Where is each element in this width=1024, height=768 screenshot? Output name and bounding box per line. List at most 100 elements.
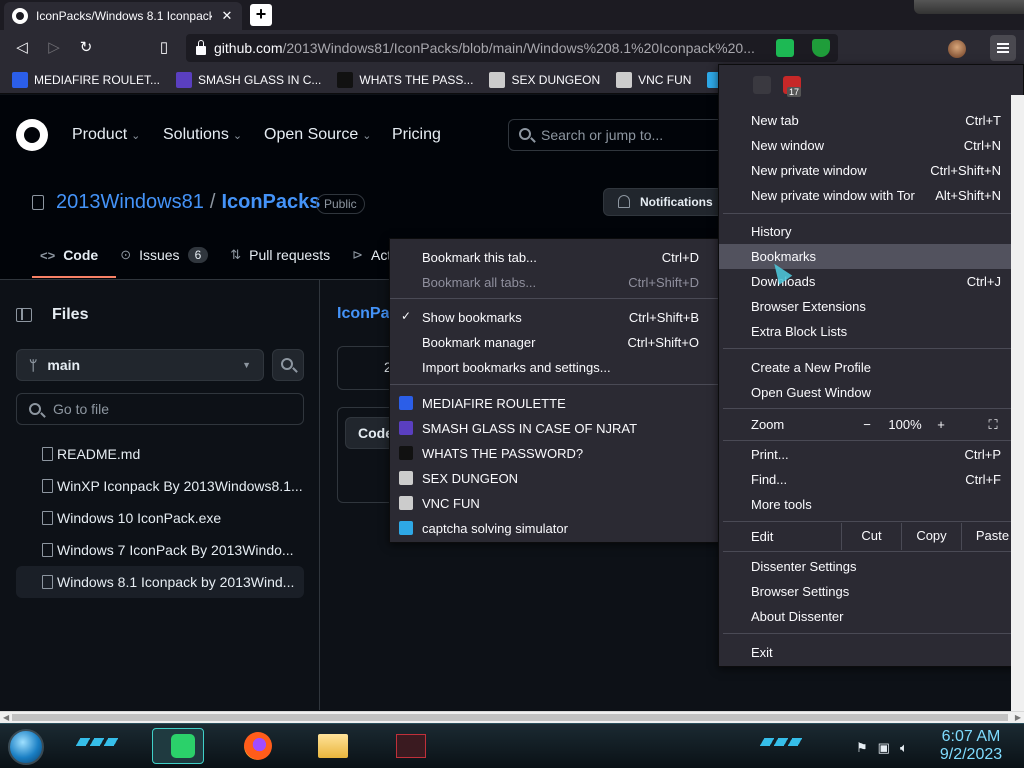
tab-title: IconPacks/Windows 8.1 Iconpack b — [36, 9, 212, 23]
go-to-file-input[interactable]: Go to file — [16, 393, 304, 425]
menu-print[interactable]: Print... Ctrl+P — [719, 442, 1023, 467]
nav-pricing[interactable]: Pricing — [392, 126, 441, 144]
repo-owner-link[interactable]: 2013Windows81 — [56, 191, 204, 213]
bookmark-this-tab-item[interactable]: Bookmark this tab... Ctrl+D — [390, 245, 721, 270]
folder-icon — [318, 734, 348, 758]
bookmark-item[interactable]: SMASH GLASS IN C... — [176, 71, 321, 88]
bookmark-all-tabs-item[interactable]: Bookmark all tabs... Ctrl+Shift+D — [390, 270, 721, 295]
collapse-panel-icon[interactable] — [16, 308, 32, 322]
menu-more-tools[interactable]: More tools — [719, 492, 1023, 517]
new-tab-button[interactable]: + — [250, 4, 272, 26]
bookmark-menu-item[interactable]: MEDIAFIRE ROULETTE — [390, 391, 721, 416]
menu-about[interactable]: About Dissenter — [719, 604, 1023, 629]
bookmark-menu-item[interactable]: VNC FUN — [390, 491, 721, 516]
bookmark-menu-item[interactable]: SMASH GLASS IN CASE OF NJRAT — [390, 416, 721, 441]
address-bar[interactable]: github.com/2013Windows81/IconPacks/blob/… — [186, 34, 838, 62]
file-tree-item[interactable]: WinXP Iconpack By 2013Windows8.1... — [16, 470, 304, 502]
cut-button[interactable]: Cut — [841, 523, 901, 550]
commit-box: 2 — [337, 346, 397, 390]
file-tree-item[interactable]: README.md — [16, 438, 304, 470]
file-name: README.md — [57, 446, 141, 462]
menu-bookmarks[interactable]: Bookmarks — [719, 244, 1023, 269]
bookmark-menu-item[interactable]: captcha solving simulator — [390, 516, 721, 541]
import-bookmarks-item[interactable]: Import bookmarks and settings... — [390, 355, 721, 380]
extension-mini-icon[interactable] — [753, 76, 771, 94]
taskbar-firefox[interactable] — [230, 728, 282, 764]
nav-product[interactable]: Product ⌄ — [72, 126, 140, 144]
bookmark-manager-item[interactable]: Bookmark manager Ctrl+Shift+O — [390, 330, 721, 355]
clock[interactable]: 6:07 AM 9/2/2023 — [936, 728, 1006, 764]
taskbar-spotify[interactable] — [152, 728, 204, 764]
forward-button[interactable]: ▷ — [44, 38, 64, 58]
scroll-right-icon: ▶ — [1014, 713, 1021, 722]
repo-name-link[interactable]: IconPacks — [221, 191, 320, 213]
menu-downloads[interactable]: Downloads Ctrl+J — [719, 269, 1023, 294]
menu-new-private-tor[interactable]: New private window with Tor Alt+Shift+N — [719, 183, 1023, 208]
menu-block-lists[interactable]: Extra Block Lists — [719, 319, 1023, 344]
copy-button[interactable]: Copy — [901, 523, 961, 550]
menu-new-private-window[interactable]: New private window Ctrl+Shift+N — [719, 158, 1023, 183]
file-tree-item[interactable]: Windows 10 IconPack.exe — [16, 502, 304, 534]
bookmark-label: VNC FUN — [638, 72, 692, 87]
taskbar-app[interactable] — [384, 728, 436, 764]
window-controls[interactable] — [914, 0, 1024, 14]
profile-avatar[interactable] — [948, 40, 966, 58]
tab-issues[interactable]: ⊙ Issues 6 — [120, 247, 209, 263]
github-search-input[interactable]: Search or jump to... — [508, 119, 748, 151]
close-tab-icon[interactable]: ✕ — [220, 8, 234, 24]
browser-tab[interactable]: IconPacks/Windows 8.1 Iconpack b ✕ — [4, 2, 242, 30]
tab-code[interactable]: <> Code — [31, 247, 117, 278]
tab-pull-requests[interactable]: ⇅ Pull requests — [230, 247, 330, 263]
menu-extensions[interactable]: Browser Extensions — [719, 294, 1023, 319]
vertical-scrollbar[interactable] — [1011, 95, 1024, 711]
shield-extension-icon[interactable] — [812, 39, 830, 57]
horizontal-scrollbar[interactable]: ◀ ▶ — [0, 711, 1024, 723]
bookmark-star-icon[interactable]: ▯ — [154, 38, 174, 58]
file-search-button[interactable] — [272, 349, 304, 381]
menu-browser-settings[interactable]: Browser Settings — [719, 579, 1023, 604]
bookmark-item[interactable]: WHATS THE PASS... — [337, 71, 474, 88]
network-icon[interactable]: ▣ — [878, 740, 890, 756]
menu-history[interactable]: History — [719, 219, 1023, 244]
menu-new-profile[interactable]: Create a New Profile — [719, 355, 1023, 380]
menu-new-tab[interactable]: New tab Ctrl+T — [719, 108, 1023, 133]
file-tree-item[interactable]: Windows 7 IconPack By 2013Windo... — [16, 534, 304, 566]
menu-new-window[interactable]: New window Ctrl+N — [719, 133, 1023, 158]
fullscreen-icon[interactable]: ⛶ — [983, 412, 1003, 437]
firefox-icon — [244, 732, 272, 760]
checkmark-icon: ✓ — [401, 309, 412, 323]
reload-button[interactable]: ↻ — [76, 38, 96, 58]
tab-actions[interactable]: ⊳ Acti — [352, 247, 394, 263]
zoom-out-button[interactable]: − — [857, 412, 877, 437]
taskbar-explorer[interactable] — [306, 728, 358, 764]
branch-selector[interactable]: ᛘ main ▼ — [16, 349, 264, 381]
menu-dissenter-settings[interactable]: Dissenter Settings — [719, 554, 1023, 579]
github-logo-icon[interactable] — [16, 119, 48, 151]
show-bookmarks-item[interactable]: ✓ Show bookmarks Ctrl+Shift+B — [390, 305, 721, 330]
file-tree-item[interactable]: Windows 8.1 Iconpack by 2013Wind... — [16, 566, 304, 598]
start-button[interactable] — [8, 729, 44, 765]
bookmark-menu-item[interactable]: SEX DUNGEON — [390, 466, 721, 491]
nav-open-source[interactable]: Open Source ⌄ — [264, 126, 372, 144]
back-button[interactable]: ◁ — [12, 38, 32, 58]
zoom-in-button[interactable]: + — [931, 412, 951, 437]
bookmark-item[interactable]: VNC FUN — [616, 71, 692, 88]
github-favicon-icon — [12, 8, 28, 24]
bookmarks-submenu: Bookmark this tab... Ctrl+D Bookmark all … — [389, 238, 722, 543]
bookmark-menu-item[interactable]: WHATS THE PASSWORD? — [390, 441, 721, 466]
flag-icon[interactable]: ⚑ — [856, 740, 868, 756]
bookmark-menu-label: SMASH GLASS IN CASE OF NJRAT — [422, 421, 638, 436]
bookmark-menu-label: captcha solving simulator — [422, 521, 568, 536]
clock-date: 9/2/2023 — [939, 746, 1003, 763]
app-menu-button[interactable] — [990, 35, 1016, 61]
menu-guest-window[interactable]: Open Guest Window — [719, 380, 1023, 405]
menu-exit[interactable]: Exit — [719, 640, 1023, 665]
roblox-icon — [616, 71, 633, 88]
nav-solutions[interactable]: Solutions ⌄ — [163, 126, 242, 144]
menu-find[interactable]: Find... Ctrl+F — [719, 467, 1023, 492]
volume-icon[interactable]: 🔈︎ — [900, 740, 908, 756]
bookmark-item[interactable]: MEDIAFIRE ROULET... — [12, 71, 160, 88]
bookmark-item[interactable]: SEX DUNGEON — [489, 71, 600, 88]
extension-icon[interactable] — [776, 39, 794, 57]
bookmark-label: WHATS THE PASS... — [359, 72, 474, 87]
